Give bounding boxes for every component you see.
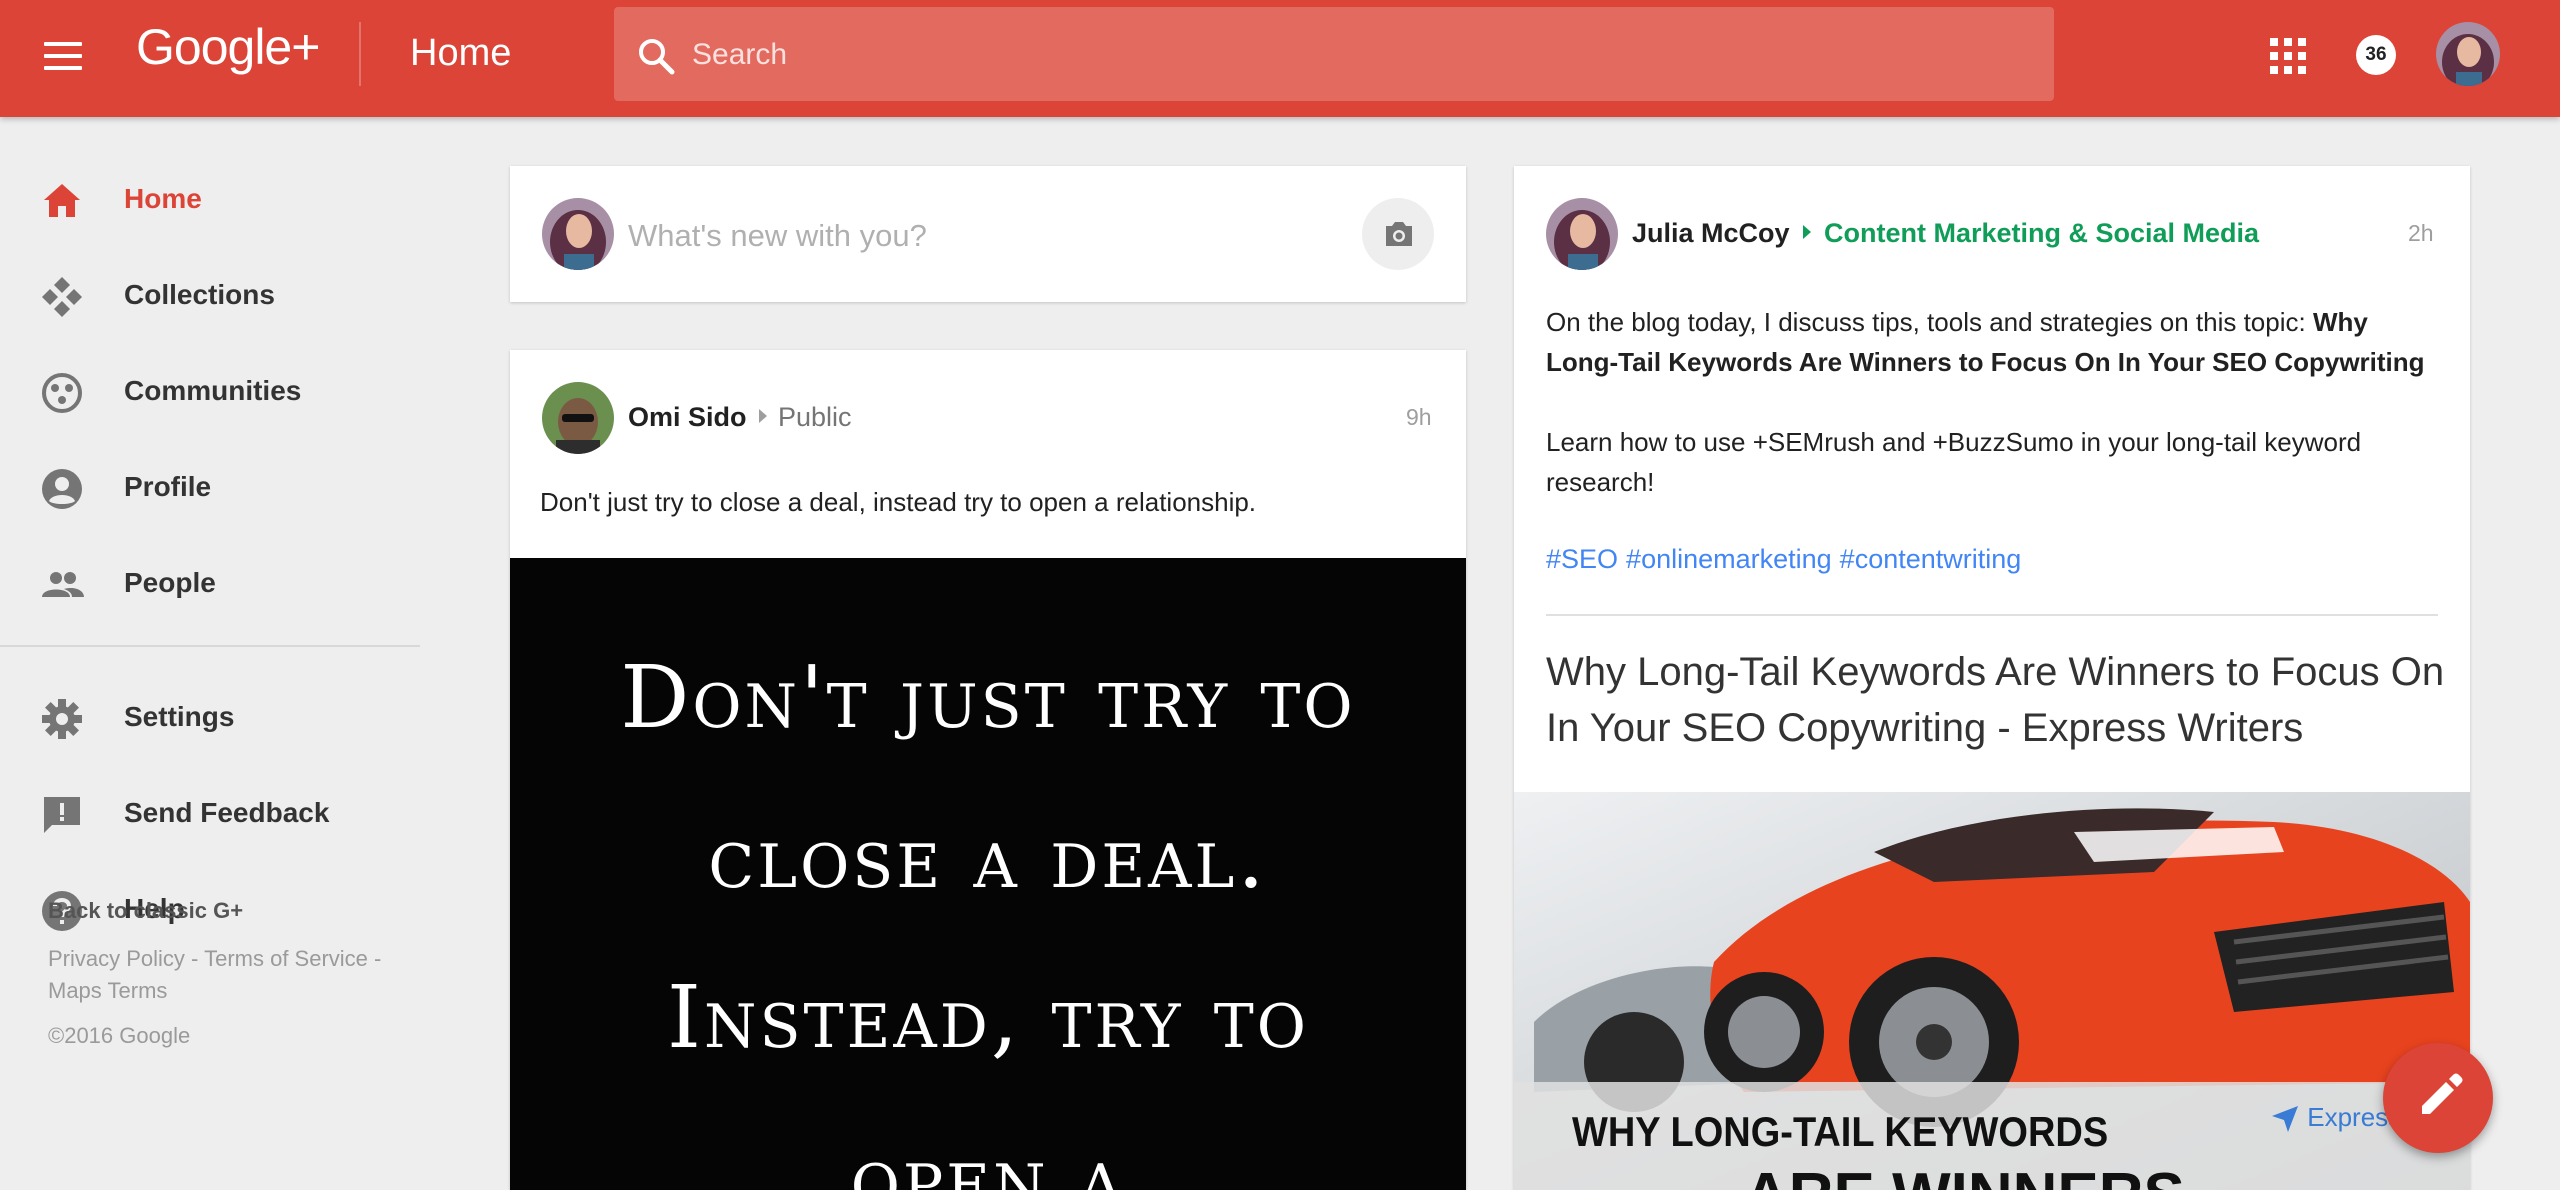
- footer-links: Privacy Policy - Terms of Service - Maps…: [48, 943, 428, 1007]
- search-input[interactable]: [692, 29, 1992, 81]
- post-card: Omi Sido Public 9h Don't just try to clo…: [510, 350, 1466, 1190]
- sidebar-item-label: Settings: [124, 701, 235, 732]
- image-banner: WHY LONG-TAIL KEYWORDS ARE WINNERS Expre…: [1514, 1082, 2470, 1190]
- sidebar-divider: [0, 645, 420, 647]
- gear-icon: [42, 699, 82, 739]
- hashtag-link[interactable]: #SEO: [1546, 544, 1618, 574]
- post-text: Don't just try to close a deal, instead …: [540, 487, 1257, 517]
- post-community-link[interactable]: Content Marketing & Social Media: [1824, 218, 2259, 249]
- post-hashtags: #SEO #onlinemarketing #contentwriting: [1546, 544, 2029, 575]
- add-photo-button[interactable]: [1362, 198, 1434, 270]
- banner-text: WHY LONG-TAIL KEYWORDS: [1572, 1109, 2109, 1157]
- post-image[interactable]: Don't just try to close a deal. Instead,…: [510, 558, 1466, 1190]
- post-author-name[interactable]: Omi Sido: [628, 402, 747, 433]
- express-writers-logo: Express: [2270, 1102, 2401, 1134]
- share-arrow-icon: [1803, 225, 1811, 239]
- maps-terms-link[interactable]: Maps Terms: [48, 978, 167, 1003]
- sidebar-item-people[interactable]: People: [0, 543, 420, 623]
- search-icon: [639, 39, 675, 75]
- post-timestamp[interactable]: 2h: [2408, 220, 2434, 247]
- pencil-icon: [2422, 1073, 2463, 1114]
- terms-of-service-link[interactable]: Terms of Service: [204, 946, 368, 971]
- link-preview-image[interactable]: WHY LONG-TAIL KEYWORDS ARE WINNERS Expre…: [1514, 792, 2470, 1190]
- banner-text: ARE WINNERS: [1744, 1160, 2185, 1190]
- post-text: Learn how to use +SEMrush and +BuzzSumo …: [1546, 427, 2362, 497]
- copyright: ©2016 Google: [48, 1023, 191, 1048]
- post-timestamp[interactable]: 9h: [1406, 404, 1432, 431]
- camera-icon: [1386, 222, 1412, 246]
- post-author-name[interactable]: Julia McCoy: [1632, 218, 1790, 249]
- link-preview-title[interactable]: Why Long-Tail Keywords Are Winners to Fo…: [1546, 644, 2446, 756]
- google-plus-logo[interactable]: Google+: [136, 18, 320, 76]
- whats-new-prompt[interactable]: What's new with you?: [628, 218, 927, 254]
- top-app-bar: Google+ Home 36: [0, 0, 2560, 117]
- hashtag-link[interactable]: #contentwriting: [1840, 544, 2022, 574]
- search-bar[interactable]: [614, 7, 2054, 101]
- hamburger-icon: [44, 42, 82, 46]
- sidebar-item-settings[interactable]: Settings: [0, 677, 420, 757]
- sidebar-item-label: People: [124, 567, 216, 598]
- sidebar-item-label: Profile: [124, 471, 212, 502]
- share-arrow-icon: [759, 409, 767, 423]
- image-text-line: Don't just try to: [620, 648, 1356, 748]
- sidebar-item-profile[interactable]: Profile: [0, 447, 420, 527]
- sidebar-item-label: Collections: [124, 279, 275, 310]
- page-title: Home: [410, 32, 512, 74]
- footer-separator: -: [184, 946, 205, 971]
- privacy-policy-link[interactable]: Privacy Policy: [48, 946, 185, 971]
- communities-icon: [42, 373, 82, 413]
- sidebar-item-label: Home: [124, 183, 202, 214]
- post-card: Julia McCoy Content Marketing & Social M…: [1514, 166, 2470, 1190]
- image-text-line: close a deal.: [708, 808, 1268, 908]
- image-text-line: open a: [850, 1128, 1126, 1190]
- sidebar-item-send-feedback[interactable]: Send Feedback: [0, 773, 420, 853]
- main-menu-button[interactable]: [34, 34, 94, 84]
- apps-grid-icon[interactable]: [2268, 36, 2308, 76]
- image-text-line: Instead, try to: [666, 968, 1309, 1068]
- people-icon: [42, 572, 84, 597]
- sidebar-item-label: Communities: [124, 375, 302, 406]
- feedback-icon: [44, 797, 80, 833]
- hashtag-link[interactable]: #onlinemarketing: [1626, 544, 1832, 574]
- footer-separator: -: [367, 946, 382, 971]
- post-audience: Public: [778, 402, 852, 432]
- my-avatar: [542, 198, 614, 270]
- sidebar-item-communities[interactable]: Communities: [0, 351, 420, 431]
- header-divider: [359, 22, 361, 86]
- home-icon: [44, 184, 80, 217]
- notification-count-badge[interactable]: 36: [2356, 35, 2396, 75]
- new-post-button[interactable]: [2383, 1043, 2493, 1153]
- sidebar-item-home[interactable]: Home: [0, 159, 420, 239]
- sidebar-item-label: Send Feedback: [124, 797, 330, 828]
- author-avatar[interactable]: [1546, 198, 1618, 270]
- back-to-classic-link[interactable]: Back to classic G+: [48, 898, 243, 924]
- profile-icon: [42, 469, 82, 509]
- link-divider: [1546, 614, 2438, 616]
- collections-icon: [42, 277, 82, 317]
- post-text: On the blog today, I discuss tips, tools…: [1546, 307, 2425, 377]
- account-avatar[interactable]: [2436, 22, 2500, 86]
- author-avatar[interactable]: [542, 382, 614, 454]
- post-composer[interactable]: What's new with you?: [510, 166, 1466, 302]
- sidebar-item-collections[interactable]: Collections: [0, 255, 420, 335]
